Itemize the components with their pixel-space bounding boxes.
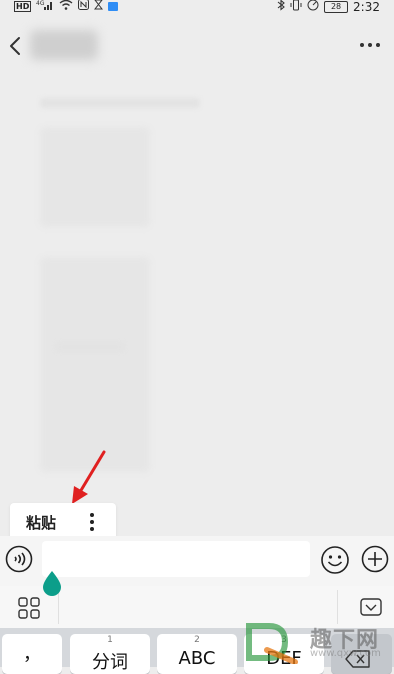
keyboard-key-1[interactable]: 1 分词	[70, 634, 150, 674]
hourglass-icon	[94, 0, 104, 14]
message-input[interactable]	[42, 541, 310, 577]
status-bar: HD 4G 28 2:32	[0, 0, 394, 14]
annotation-arrow-icon	[72, 450, 106, 504]
back-arrow-icon[interactable]	[6, 34, 26, 58]
keyboard-key-comma[interactable]: ，	[2, 634, 62, 674]
hd-badge: HD	[14, 1, 32, 12]
paste-more-options-icon[interactable]	[88, 512, 96, 532]
key-label: ABC	[178, 648, 216, 669]
chat-title-blurred	[30, 30, 98, 60]
paste-button[interactable]: 粘贴	[26, 512, 56, 533]
app-notification-icon	[108, 2, 119, 11]
key-label: 分词	[92, 652, 128, 673]
emoji-icon[interactable]	[320, 545, 350, 575]
bluetooth-icon	[277, 0, 285, 15]
plus-icon[interactable]	[361, 545, 389, 573]
signal-icon: 4G	[36, 0, 54, 14]
status-time: 2:32	[353, 0, 380, 14]
voice-input-icon[interactable]	[5, 545, 33, 573]
blurred-message-bubble	[40, 257, 150, 472]
keyboard-key-2[interactable]: 2 ABC	[157, 634, 237, 674]
more-options-icon[interactable]	[358, 40, 382, 50]
network-label: 4G	[36, 0, 45, 7]
speed-icon	[307, 0, 319, 15]
key-number: 1	[107, 635, 113, 645]
key-number: 2	[194, 635, 200, 645]
watermark-logo-icon	[246, 623, 298, 664]
toolbar-divider	[337, 590, 338, 624]
blurred-message-header	[40, 98, 200, 108]
collapse-keyboard-icon[interactable]	[360, 598, 382, 616]
nfc-icon	[78, 0, 90, 14]
battery-indicator: 28	[324, 1, 349, 13]
chat-message-area	[0, 72, 394, 530]
keyboard-menu-grid-icon[interactable]	[18, 597, 40, 619]
vibrate-icon	[290, 0, 302, 15]
watermark-url: www.qxw.com	[310, 648, 381, 659]
text-cursor-handle-icon[interactable]	[42, 570, 62, 596]
blurred-message-line	[55, 342, 125, 352]
wifi-icon	[59, 0, 73, 14]
blurred-message-bubble	[40, 127, 150, 227]
key-label: ，	[23, 644, 41, 665]
